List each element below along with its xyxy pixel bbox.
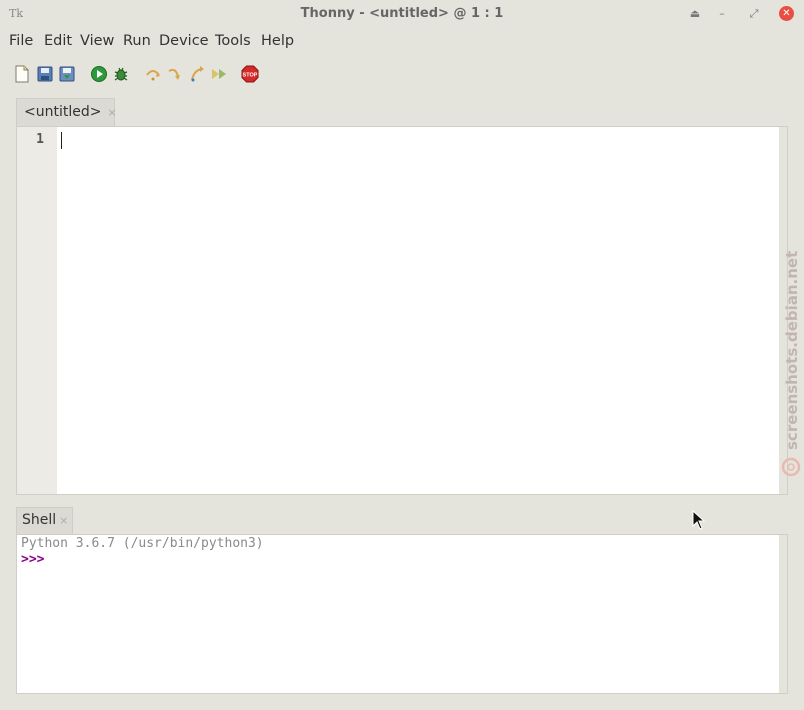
debug-icon[interactable] (112, 65, 130, 83)
tab-close-icon[interactable]: × (107, 106, 116, 119)
step-over-icon[interactable] (144, 65, 162, 83)
shell-tab-close-icon[interactable]: × (59, 514, 68, 527)
open-file-icon[interactable] (36, 65, 54, 83)
resume-icon[interactable] (210, 65, 228, 83)
menu-edit[interactable]: Edit (44, 33, 72, 49)
mouse-pointer-icon (692, 509, 706, 534)
toolbar: STOP (0, 62, 804, 86)
debian-swirl-icon (781, 457, 801, 477)
shell-panel[interactable]: Python 3.6.7 (/usr/bin/python3) >>> (16, 534, 788, 694)
tab-untitled-label: <untitled> (24, 104, 102, 120)
minimize-icon[interactable]: – (713, 5, 731, 23)
menu-help[interactable]: Help (261, 33, 294, 49)
menu-view[interactable]: View (80, 33, 114, 49)
shell-prompt: >>> (21, 552, 45, 567)
restore-up-icon[interactable]: ⏏ (686, 5, 704, 23)
run-icon[interactable] (90, 65, 108, 83)
line-number-gutter: 1 (17, 127, 57, 494)
menu-file[interactable]: File (9, 33, 33, 49)
text-caret (61, 132, 62, 149)
watermark: screenshots.debian.net (781, 245, 803, 485)
menu-run[interactable]: Run (123, 33, 151, 49)
save-file-icon[interactable] (58, 65, 76, 83)
tab-untitled[interactable]: <untitled> × (16, 98, 117, 126)
close-icon[interactable]: ✕ (779, 6, 794, 21)
title-bar: Tk Thonny - <untitled> @ 1 : 1 ⏏ – ⤢ ✕ (0, 0, 804, 28)
menu-device[interactable]: Device (159, 33, 209, 49)
code-editor[interactable]: 1 (16, 126, 788, 495)
tab-shell-label: Shell (22, 512, 57, 528)
shell-scrollbar[interactable] (779, 535, 787, 693)
step-out-icon[interactable] (188, 65, 206, 83)
stop-label: STOP (243, 73, 258, 79)
menu-tools[interactable]: Tools (215, 33, 251, 49)
maximize-icon[interactable]: ⤢ (745, 5, 763, 23)
step-into-icon[interactable] (166, 65, 184, 83)
menu-bar: File Edit View Run Device Tools Help (0, 30, 804, 54)
new-file-icon[interactable] (13, 65, 31, 83)
stop-icon[interactable]: STOP (241, 65, 259, 83)
python-version-line: Python 3.6.7 (/usr/bin/python3) (21, 536, 264, 551)
window-title: Thonny - <untitled> @ 1 : 1 (300, 6, 504, 21)
watermark-text: screenshots.debian.net (783, 251, 801, 450)
tab-shell[interactable]: Shell × (16, 507, 73, 534)
line-number: 1 (36, 132, 44, 147)
